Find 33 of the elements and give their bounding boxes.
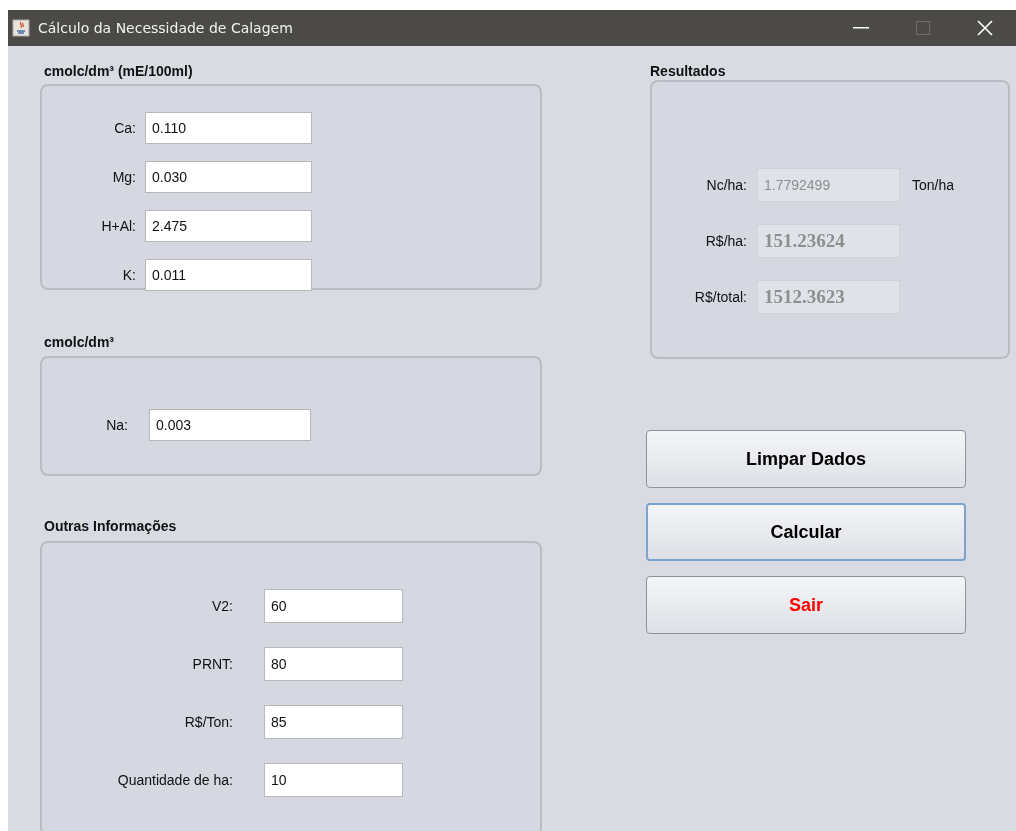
input-field[interactable]: 0.011	[145, 259, 312, 291]
group-title: cmolc/dm³ (mE/100ml)	[44, 62, 193, 80]
app-icon	[12, 19, 30, 37]
field-label: R$/ha:	[704, 233, 747, 249]
close-icon[interactable]	[977, 20, 993, 36]
field-label: R$/total:	[693, 289, 747, 305]
group-title: Resultados	[650, 62, 726, 80]
field-label: Nc/ha:	[705, 177, 747, 193]
unit-label: Ton/ha	[912, 177, 955, 193]
field-label: Ca:	[113, 120, 136, 136]
field-label: R$/Ton:	[183, 714, 233, 730]
maximize-icon[interactable]	[916, 21, 930, 35]
group-title: cmolc/dm³	[44, 333, 114, 351]
input-field[interactable]: 60	[264, 589, 403, 623]
field-label: Mg:	[111, 169, 136, 185]
field-label: Na:	[105, 417, 128, 433]
input-field[interactable]: 10	[264, 763, 403, 797]
window-title: Cálculo da Necessidade de Calagem	[38, 20, 294, 36]
field-label: H+Al:	[100, 218, 136, 234]
input-field[interactable]: 85	[264, 705, 403, 739]
action-button[interactable]: Limpar Dados	[646, 430, 966, 488]
input-field[interactable]: 0.110	[145, 112, 312, 144]
input-field[interactable]: 80	[264, 647, 403, 681]
group-title: Outras Informações	[44, 517, 177, 535]
input-field[interactable]: 0.030	[145, 161, 312, 193]
action-button[interactable]: Calcular	[646, 503, 966, 561]
input-field[interactable]: 2.475	[145, 210, 312, 242]
minimize-icon[interactable]	[853, 27, 869, 29]
input-field[interactable]: 0.003	[149, 409, 311, 441]
field-label: PRNT:	[191, 656, 233, 672]
field-label: V2:	[211, 598, 233, 614]
field-label: Quantidade de ha:	[116, 772, 233, 788]
field-label: K:	[121, 267, 136, 283]
